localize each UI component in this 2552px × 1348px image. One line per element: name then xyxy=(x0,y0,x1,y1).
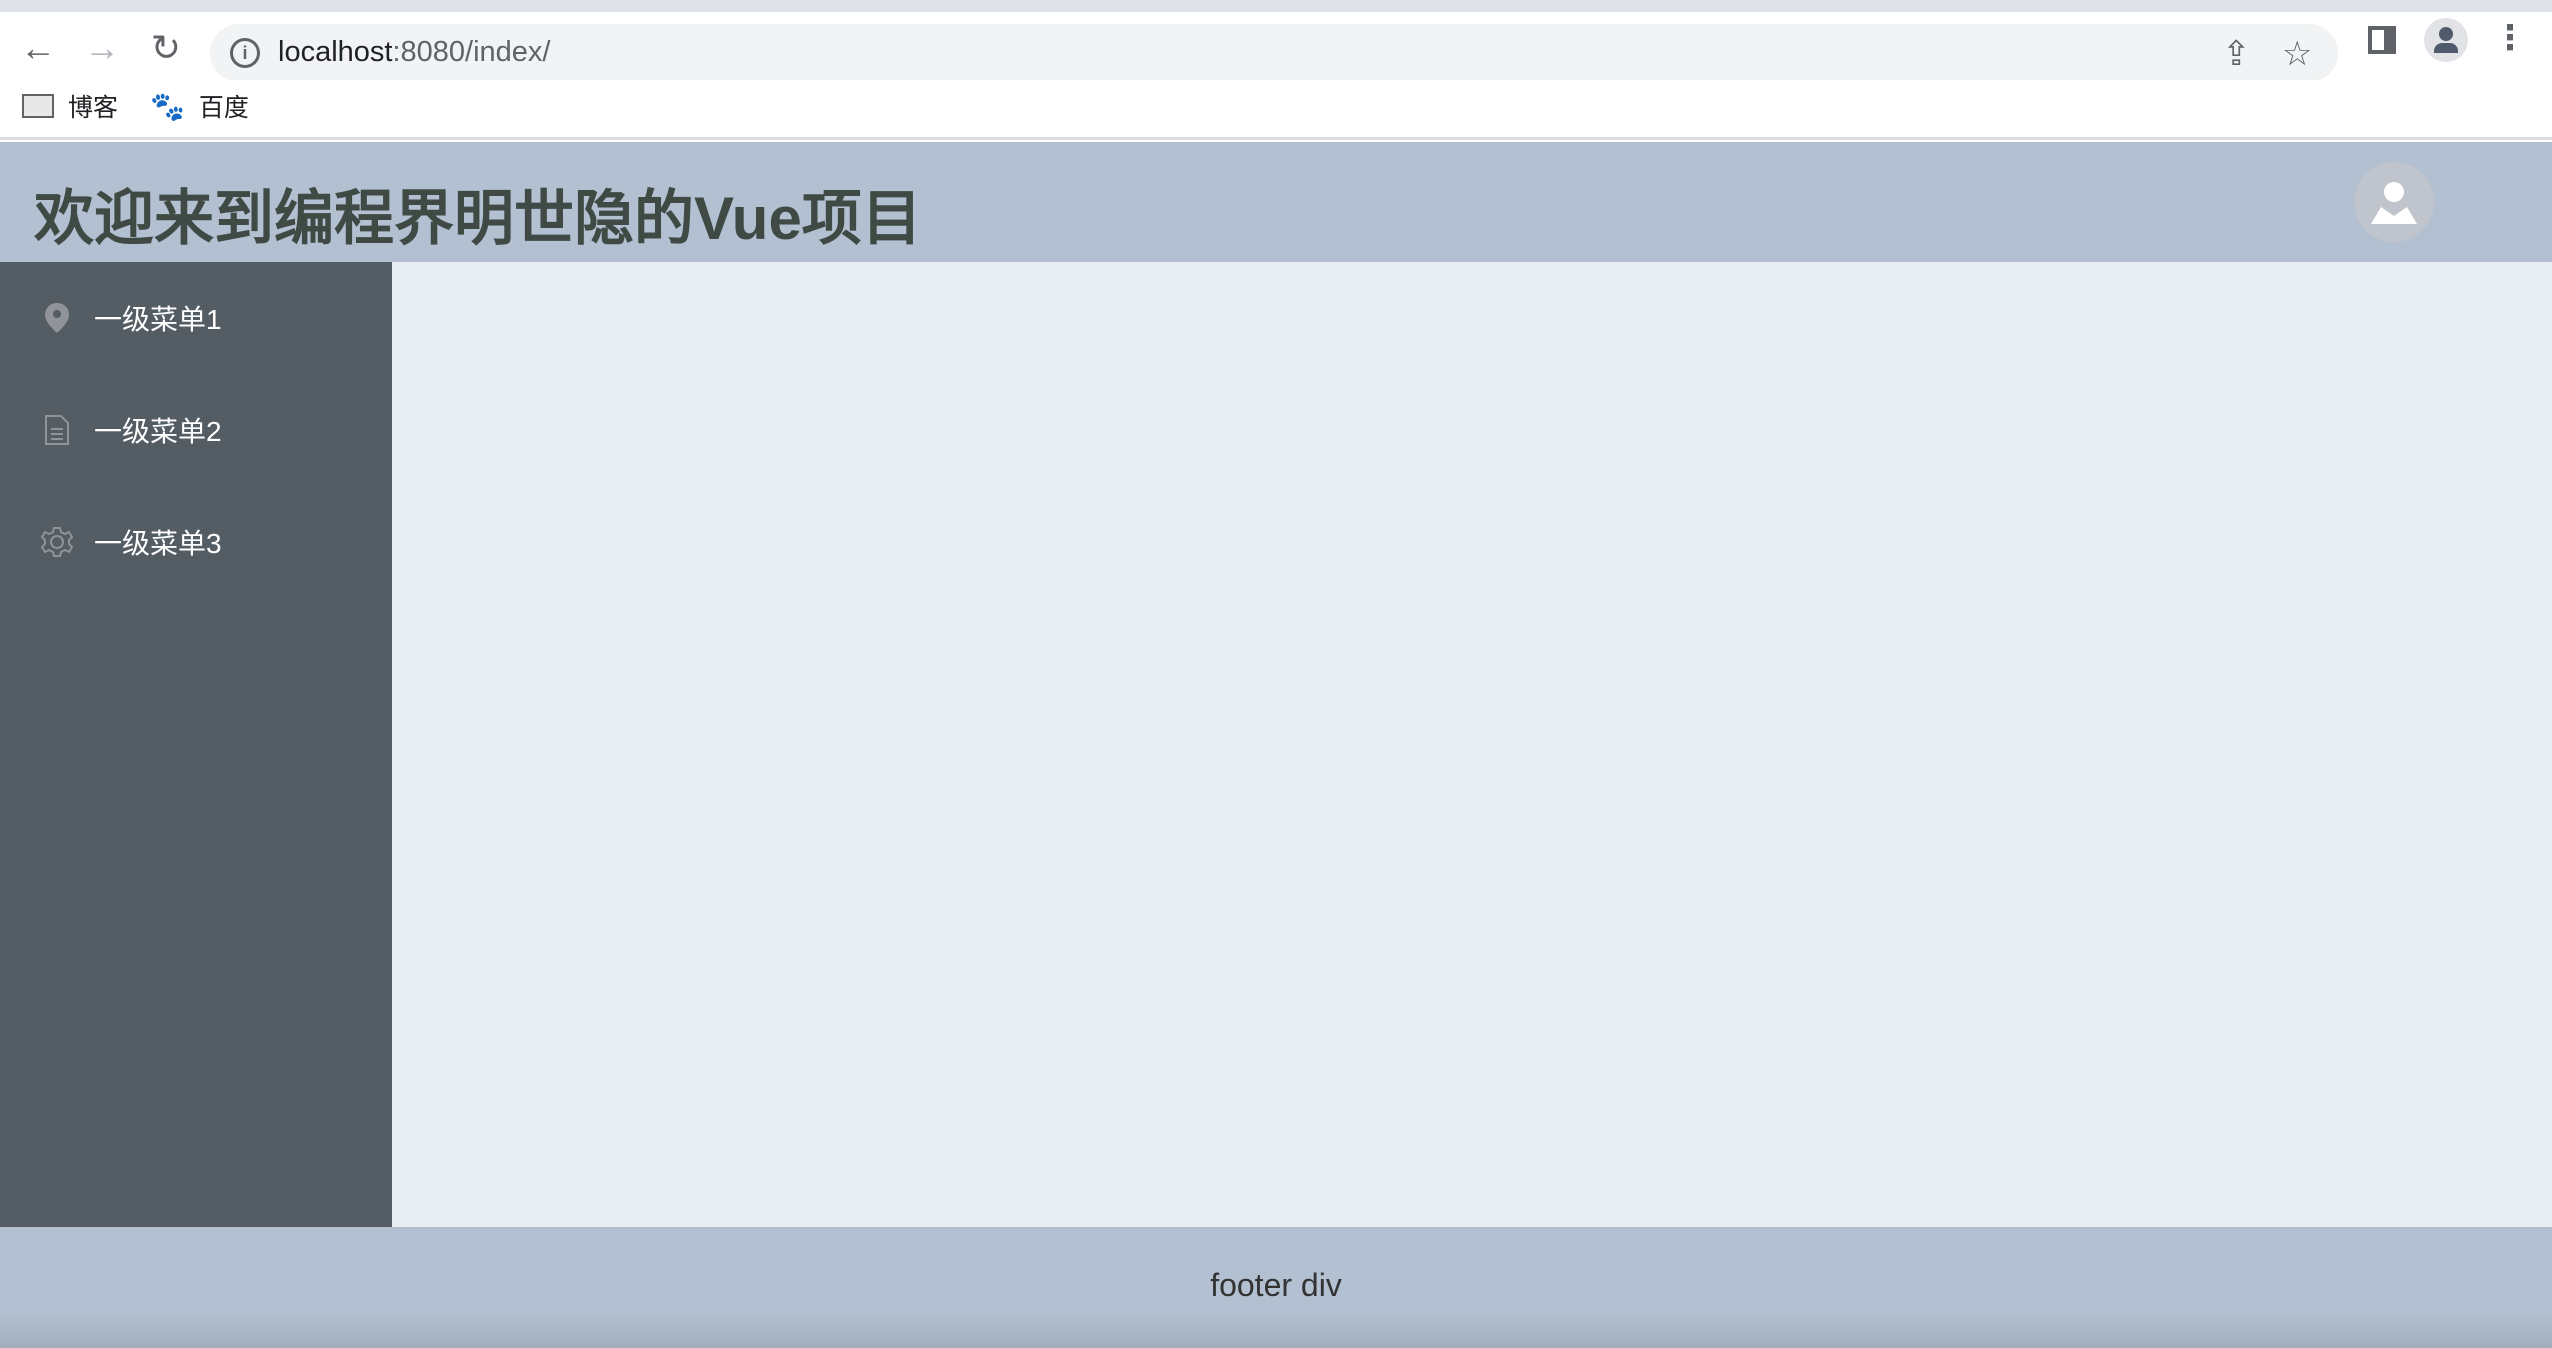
tab-strip xyxy=(0,0,2552,12)
url-text[interactable]: localhost:8080/index/ xyxy=(278,36,550,69)
sidebar-item-label: 一级菜单3 xyxy=(94,528,222,559)
sidebar-item-menu1[interactable]: 一级菜单1 xyxy=(0,262,392,374)
footer-text: footer div xyxy=(1210,1267,1342,1303)
bookmark-blog[interactable]: 博客 xyxy=(22,88,118,124)
sidebar-item-label: 一级菜单1 xyxy=(94,304,222,335)
side-panel-icon[interactable] xyxy=(2368,26,2396,54)
sidebar-item-menu3[interactable]: 一级菜单3 xyxy=(0,486,392,598)
url-path: :8080/index/ xyxy=(392,36,551,68)
folder-icon xyxy=(22,94,54,118)
bookmark-baidu[interactable]: 🐾 百度 xyxy=(150,88,249,124)
page-header: 欢迎来到编程界明世隐的Vue项目 xyxy=(0,142,2552,262)
forward-button[interactable]: → xyxy=(80,26,124,70)
location-icon xyxy=(40,301,74,335)
page-footer: footer div xyxy=(0,1227,2552,1348)
main-content xyxy=(392,262,2552,1227)
sidebar-menu: 一级菜单1 一级菜单2 一级菜单3 xyxy=(0,262,392,1227)
baidu-paw-icon: 🐾 xyxy=(150,90,185,122)
browser-toolbar: ← → ↻ i localhost:8080/index/ ⇪ ☆ ⋮ xyxy=(0,12,2552,82)
address-bar[interactable]: i localhost:8080/index/ ⇪ ☆ xyxy=(210,24,2338,82)
menu-kebab-icon[interactable]: ⋮ xyxy=(2488,16,2532,60)
bookmarks-bar: 博客 🐾 百度 xyxy=(0,80,2552,140)
site-info-icon[interactable]: i xyxy=(230,38,260,68)
reload-button[interactable]: ↻ xyxy=(144,26,188,70)
document-icon xyxy=(40,413,74,447)
star-icon[interactable]: ☆ xyxy=(2282,34,2312,74)
url-host: localhost xyxy=(278,36,393,68)
bookmark-label: 博客 xyxy=(68,94,119,122)
sidebar-item-menu2[interactable]: 一级菜单2 xyxy=(0,374,392,486)
sidebar-item-label: 一级菜单2 xyxy=(94,416,222,447)
setting-icon xyxy=(40,525,74,559)
share-icon[interactable]: ⇪ xyxy=(2222,34,2251,74)
bookmark-label: 百度 xyxy=(198,94,249,122)
user-avatar-icon[interactable] xyxy=(2354,162,2434,242)
back-button[interactable]: ← xyxy=(16,26,60,70)
profile-icon[interactable] xyxy=(2424,18,2468,62)
page-title: 欢迎来到编程界明世隐的Vue项目 xyxy=(34,185,922,252)
